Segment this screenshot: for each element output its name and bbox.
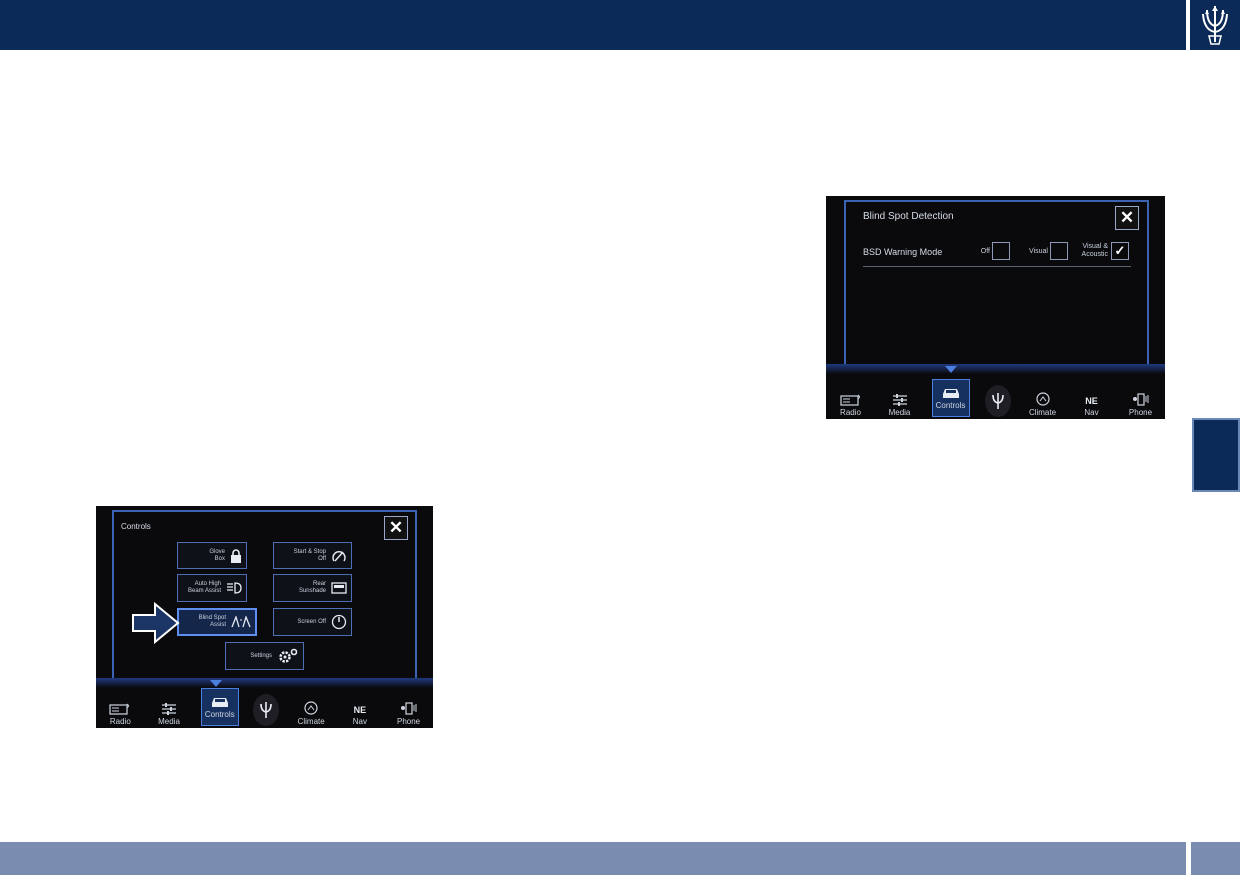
nav-nav[interactable]: NE Nav: [343, 705, 377, 726]
high-beam-icon: [227, 582, 242, 594]
button-label: Off: [318, 555, 326, 562]
nav-radio[interactable]: Radio: [834, 393, 868, 417]
nav-nav[interactable]: NE Nav: [1075, 396, 1109, 417]
nav-climate[interactable]: Climate: [1026, 392, 1060, 417]
nav-label: Climate: [1028, 408, 1057, 417]
button-label: Settings: [250, 652, 272, 659]
button-label: Sunshade: [298, 588, 326, 594]
trident-logo-icon: [1202, 6, 1228, 45]
climate-icon: [304, 701, 318, 715]
button-label: Start & Stop: [293, 548, 326, 555]
button-label: Box: [214, 555, 225, 562]
nav-media[interactable]: Media: [883, 393, 917, 417]
auto-high-beam-button[interactable]: Auto High Beam Assist: [177, 574, 247, 602]
row-divider: [863, 266, 1131, 267]
bsd-warning-mode-label: BSD Warning Mode: [863, 247, 943, 257]
sunshade-icon: [331, 582, 347, 594]
nav-controls[interactable]: Controls: [931, 379, 970, 417]
trident-icon: [260, 702, 273, 718]
power-icon: [331, 614, 347, 630]
visual-checkbox[interactable]: [1050, 242, 1068, 260]
car-icon: [942, 389, 959, 398]
bottom-nav: Radio Media Controls Climate NE Nav Phon…: [96, 688, 433, 728]
nav-radio[interactable]: Radio: [103, 702, 137, 726]
button-label: Screen Off: [297, 618, 326, 625]
blind-spot-assist-button[interactable]: Blind Spot Assist: [177, 608, 257, 636]
close-button[interactable]: ✕: [384, 516, 408, 540]
nav-controls[interactable]: Controls: [200, 688, 239, 726]
media-icon: [892, 394, 907, 406]
controls-title: Controls: [121, 522, 151, 531]
rear-sunshade-button[interactable]: Rear Sunshade: [273, 574, 352, 602]
button-label: Rear: [312, 581, 326, 588]
callout-arrow: [132, 602, 180, 644]
button-label: Blind Spot: [198, 615, 226, 622]
footer-bar: [0, 842, 1186, 875]
radio-icon: [839, 394, 860, 406]
trident-icon: [991, 393, 1004, 409]
screen-glow: [826, 364, 1165, 374]
bsd-title: Blind Spot Detection: [863, 211, 954, 222]
start-stop-button[interactable]: Start & Stop Off: [273, 542, 352, 569]
blind-spot-icon: [231, 616, 251, 628]
screen-frame: [844, 200, 1149, 366]
media-icon: [162, 703, 177, 715]
nav-phone[interactable]: Phone: [392, 702, 426, 726]
nav-label: Nav: [1084, 408, 1099, 417]
nav-label: Climate: [297, 717, 325, 726]
radio-icon: [109, 703, 130, 715]
glove-box-button[interactable]: Glove Box: [177, 542, 247, 569]
button-label: Auto High: [194, 581, 221, 588]
close-button[interactable]: ✕: [1115, 206, 1139, 230]
button-label: Beam Assist: [187, 588, 221, 594]
section-tab: [1192, 418, 1240, 492]
nav-label: Phone: [1128, 408, 1153, 417]
option-visual-label: Visual: [1029, 248, 1048, 255]
settings-icon: [279, 648, 298, 663]
bottom-nav: Radio Media Controls Climate NE Nav Phon…: [826, 379, 1165, 419]
brand-logo: [1190, 0, 1240, 50]
nav-label: Phone: [396, 717, 421, 726]
active-pointer: [210, 680, 222, 687]
nav-label: Nav: [352, 717, 367, 726]
bsd-screen: Blind Spot Detection ✕ BSD Warning Mode …: [826, 196, 1165, 419]
nav-label: Media: [158, 717, 180, 726]
screen-off-button[interactable]: Screen Off: [273, 608, 352, 636]
phone-icon: [1132, 393, 1148, 406]
option-visual-acoustic-label: Visual & Acoustic: [1081, 243, 1108, 258]
start-stop-icon: [332, 550, 346, 561]
nav-label: Controls: [935, 401, 966, 410]
screen-glow: [96, 678, 433, 688]
compass-icon: NE: [353, 705, 367, 715]
button-label: Glove: [209, 548, 225, 555]
settings-button[interactable]: Settings: [225, 642, 304, 670]
lock-icon: [231, 548, 241, 563]
nav-label: Controls: [204, 710, 235, 719]
option-off-label: Off: [980, 248, 990, 255]
nav-climate[interactable]: Climate: [294, 701, 328, 726]
manual-page: Controls ✕ Glove Box Start & Stop Off Auto…: [0, 0, 1240, 875]
car-icon: [211, 698, 228, 707]
compass-icon: NE: [1085, 396, 1098, 406]
nav-home[interactable]: [984, 385, 1011, 417]
nav-phone[interactable]: Phone: [1124, 393, 1158, 417]
button-label: Assist: [209, 622, 226, 628]
active-pointer: [945, 366, 957, 373]
phone-icon: [400, 702, 417, 715]
nav-label: Media: [888, 408, 911, 417]
header-bar: [0, 0, 1186, 50]
page-number-box: [1191, 842, 1240, 875]
nav-media[interactable]: Media: [152, 702, 186, 726]
visual-acoustic-checkbox[interactable]: ✓: [1111, 242, 1129, 260]
climate-icon: [1035, 392, 1050, 406]
nav-label: Radio: [840, 408, 861, 417]
off-checkbox[interactable]: [992, 242, 1010, 260]
nav-label: Radio: [109, 717, 131, 726]
nav-home[interactable]: [253, 694, 280, 726]
